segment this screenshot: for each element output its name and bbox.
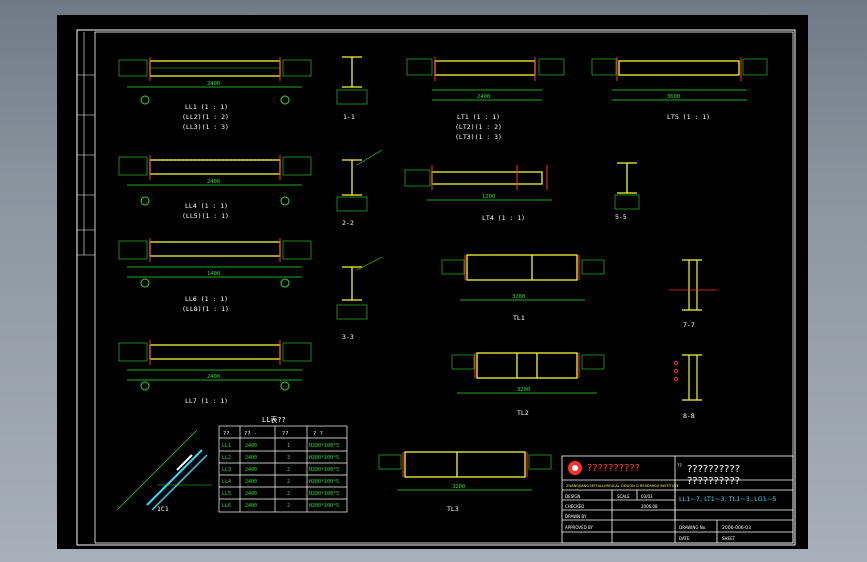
section-5-5	[614, 162, 640, 210]
table-cell: H200*100*5	[309, 443, 339, 449]
table-cell: 2	[287, 491, 290, 497]
label-lt1: LT1 (1 : 1)	[457, 113, 500, 121]
table-cell: 3	[287, 455, 290, 461]
table-cell: LL3	[222, 467, 231, 473]
label-s33: 3-3	[342, 333, 354, 341]
table-cell: LL4	[222, 479, 231, 485]
drawn-label: DRAWN BY	[565, 514, 587, 519]
dim-ll6: 1400	[207, 271, 220, 277]
drawing-no-label: DRAWING No.	[679, 525, 706, 530]
brace-detail	[116, 429, 212, 511]
table-cell: 2400	[245, 491, 257, 497]
label-misc: 1C1	[157, 505, 169, 513]
label-ll2: (LL2)(1 : 2)	[182, 113, 229, 121]
date-value: 2006.08	[641, 504, 658, 509]
label-ll7: LL7 (1 : 1)	[185, 397, 228, 405]
label-ll5: (LL5)(1 : 1)	[182, 212, 229, 220]
section-3-3	[336, 256, 383, 320]
drawing-sheet: LL1 (1 : 1) (LL2)(1 : 2) (LL3)(1 : 3) LL…	[57, 15, 808, 549]
table-cell: 2400	[245, 479, 257, 485]
table-cell: H200*100*5	[309, 455, 339, 461]
project-name: ??????????	[687, 464, 740, 475]
sheet-label: SHEET	[722, 536, 736, 541]
section-1-1	[336, 56, 368, 105]
label-lt5: LT5 (1 : 1)	[667, 113, 710, 121]
dim-lt5: 3600	[667, 94, 680, 100]
table-cell: LL2	[222, 455, 231, 461]
label-s22: 2-2	[342, 219, 354, 227]
table-cell: 2400	[245, 503, 257, 509]
label-s11: 1-1	[343, 113, 355, 121]
label-tl3: TL3	[447, 505, 459, 513]
section-8-8	[673, 354, 702, 401]
table-cell: 2	[287, 503, 290, 509]
table-header-2: ??	[282, 431, 289, 437]
sheet-value: 03/03	[641, 494, 653, 499]
check-label: CHECKED	[565, 504, 584, 509]
label-s55: 5-5	[615, 213, 627, 221]
label-tl2: TL2	[517, 409, 529, 417]
table-cell: H200*100*5	[309, 467, 339, 473]
label-tl1: TL1	[513, 314, 525, 322]
table-cell: 2	[287, 479, 290, 485]
dim-ll1: 2400	[207, 81, 220, 87]
table-cell: 2400	[245, 443, 257, 449]
table-cell: LL5	[222, 491, 231, 497]
label-ll1: LL1 (1 : 1)	[185, 103, 228, 111]
cad-drawing: LL1 (1 : 1) (LL2)(1 : 2) (LL3)(1 : 3) LL…	[76, 29, 796, 546]
table-cell: LL6	[222, 503, 231, 509]
table-cell: H200*100*5	[309, 479, 339, 485]
stage-label: ??	[677, 463, 682, 469]
table-cell: 2400	[245, 455, 257, 461]
label-lt4: LT4 (1 : 1)	[482, 214, 525, 222]
dim-lt4: 1200	[482, 194, 495, 200]
beam-ll7	[118, 340, 312, 391]
beam-ll6	[118, 238, 312, 288]
table-cell: 2400	[245, 467, 257, 473]
dim-lt1: 2400	[477, 94, 490, 100]
label-lt3: (LT3)(1 : 3)	[455, 133, 502, 141]
dim-tl2: 3200	[517, 387, 530, 393]
company-name: ??????????	[587, 463, 640, 474]
company-name-en: ZHANGJIANG METALLURGICAL DESIGN & RESEAR…	[566, 484, 680, 488]
label-lt2: (LT2)(1 : 2)	[455, 123, 502, 131]
approved-label: APPROVED BY	[565, 525, 594, 530]
dim-ll7: 2400	[207, 374, 220, 380]
scale-label: SCALE	[617, 494, 630, 499]
drawing-title: LL1~7, LT1~3, TL1~3, LG1~5	[679, 495, 776, 503]
dim-tl3: 3200	[452, 484, 465, 490]
dim-ll4: 2400	[207, 179, 220, 185]
design-label: DESIGN	[565, 494, 580, 499]
dim-tl1: 3200	[512, 294, 525, 300]
date-label: DATE	[679, 536, 690, 541]
table-header-0: ??	[223, 431, 230, 437]
table-cell: LL1	[222, 443, 231, 449]
label-ll8: (LL8)(1 : 1)	[182, 305, 229, 313]
label-ll4: LL4 (1 : 1)	[185, 202, 228, 210]
drawing-no: 2006-006-03	[722, 525, 751, 531]
project-name-2: ??????????	[687, 476, 740, 487]
section-2-2	[336, 149, 383, 212]
table-header-1: ?? -	[244, 431, 257, 437]
label-s88: 8-8	[683, 412, 695, 420]
label-ll6: LL6 (1 : 1)	[185, 295, 228, 303]
table-cell: H200*100*5	[309, 491, 339, 497]
section-7-7	[669, 259, 717, 311]
table-cell: H200*100*5	[309, 503, 339, 509]
label-s77: 7-7	[683, 321, 695, 329]
table-header-3: ? ?	[313, 431, 323, 437]
table-cell: 1	[287, 443, 290, 449]
binding-strip	[77, 32, 95, 256]
label-ll3: (LL3)(1 : 3)	[182, 123, 229, 131]
beam-lt4	[404, 165, 552, 201]
table-title: LL表??	[262, 415, 286, 424]
table-cell: 2	[287, 467, 290, 473]
